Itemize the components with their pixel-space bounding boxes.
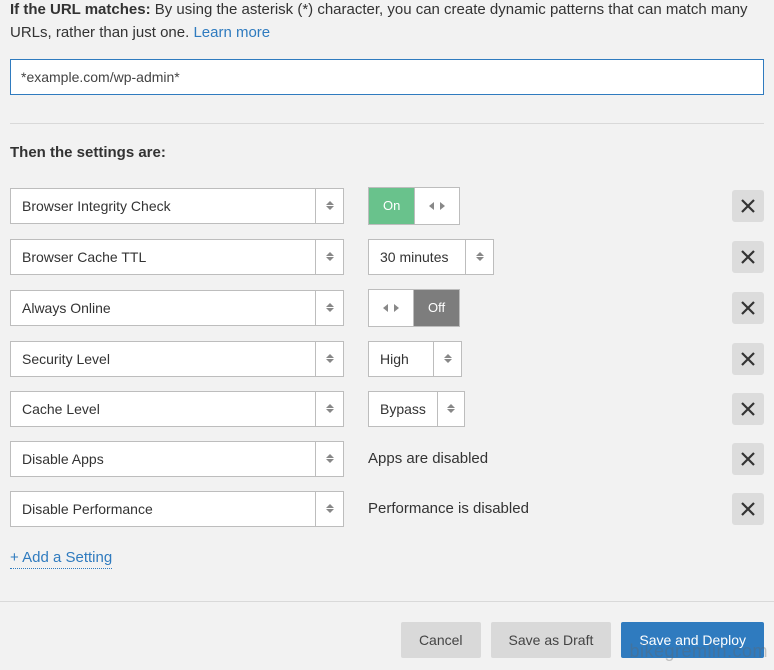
learn-more-link[interactable]: Learn more	[193, 24, 270, 41]
select-handle-icon[interactable]	[315, 291, 343, 325]
url-pattern-input[interactable]	[10, 59, 764, 95]
setting-name-label: Disable Apps	[11, 442, 315, 476]
setting-name-select[interactable]: Cache Level	[10, 391, 344, 427]
close-icon	[741, 502, 755, 516]
select-handle-icon[interactable]	[315, 240, 343, 274]
select-handle-icon[interactable]	[433, 342, 461, 376]
remove-button[interactable]	[732, 443, 764, 475]
setting-name-select[interactable]: Browser Integrity Check	[10, 188, 344, 224]
arrows-icon	[429, 201, 445, 211]
save-draft-button[interactable]: Save as Draft	[491, 622, 612, 658]
setting-value-select[interactable]: High	[368, 341, 462, 377]
section-title: Then the settings are:	[10, 144, 764, 161]
remove-button[interactable]	[732, 393, 764, 425]
close-icon	[741, 250, 755, 264]
remove-button[interactable]	[732, 292, 764, 324]
setting-name-select[interactable]: Disable Apps	[10, 441, 344, 477]
status-text: Performance is disabled	[368, 500, 529, 517]
divider	[10, 123, 764, 124]
setting-value-select[interactable]: Bypass	[368, 391, 465, 427]
toggle-switch-segment[interactable]	[414, 188, 459, 224]
setting-row: Security Level High	[10, 341, 764, 377]
toggle-off[interactable]: Off	[368, 289, 460, 327]
setting-row: Disable Apps Apps are disabled	[10, 441, 764, 477]
footer-bar: Cancel Save as Draft Save and Deploy	[0, 601, 774, 658]
select-handle-icon[interactable]	[315, 189, 343, 223]
status-text: Apps are disabled	[368, 450, 488, 467]
remove-button[interactable]	[732, 190, 764, 222]
setting-row: Cache Level Bypass	[10, 391, 764, 427]
select-handle-icon[interactable]	[315, 392, 343, 426]
select-handle-icon[interactable]	[437, 392, 464, 426]
setting-row: Browser Cache TTL 30 minutes	[10, 239, 764, 275]
setting-row: Disable Performance Performance is disab…	[10, 491, 764, 527]
setting-name-label: Cache Level	[11, 392, 315, 426]
setting-row: Browser Integrity Check On	[10, 187, 764, 225]
setting-value-label: 30 minutes	[369, 240, 465, 274]
intro-text: If the URL matches: By using the asteris…	[10, 0, 764, 59]
close-icon	[741, 301, 755, 315]
setting-value-select[interactable]: 30 minutes	[368, 239, 494, 275]
select-handle-icon[interactable]	[315, 342, 343, 376]
add-setting-link[interactable]: + Add a Setting	[10, 549, 112, 569]
setting-name-select[interactable]: Always Online	[10, 290, 344, 326]
setting-name-label: Disable Performance	[11, 492, 315, 526]
intro-label: If the URL matches:	[10, 1, 151, 18]
select-handle-icon[interactable]	[465, 240, 493, 274]
setting-name-label: Always Online	[11, 291, 315, 325]
setting-name-select[interactable]: Security Level	[10, 341, 344, 377]
remove-button[interactable]	[732, 241, 764, 273]
toggle-on[interactable]: On	[368, 187, 460, 225]
close-icon	[741, 402, 755, 416]
remove-button[interactable]	[732, 343, 764, 375]
setting-row: Always Online Off	[10, 289, 764, 327]
toggle-switch-segment[interactable]	[369, 290, 413, 326]
setting-name-label: Security Level	[11, 342, 315, 376]
cancel-button[interactable]: Cancel	[401, 622, 481, 658]
toggle-off-segment[interactable]: Off	[413, 290, 459, 326]
select-handle-icon[interactable]	[315, 492, 343, 526]
toggle-on-segment[interactable]: On	[369, 188, 414, 224]
close-icon	[741, 199, 755, 213]
setting-name-label: Browser Cache TTL	[11, 240, 315, 274]
close-icon	[741, 452, 755, 466]
setting-name-select[interactable]: Browser Cache TTL	[10, 239, 344, 275]
close-icon	[741, 352, 755, 366]
select-handle-icon[interactable]	[315, 442, 343, 476]
save-deploy-button[interactable]: Save and Deploy	[621, 622, 764, 658]
setting-name-select[interactable]: Disable Performance	[10, 491, 344, 527]
arrows-icon	[383, 303, 399, 313]
setting-value-label: High	[369, 342, 433, 376]
remove-button[interactable]	[732, 493, 764, 525]
setting-name-label: Browser Integrity Check	[11, 189, 315, 223]
setting-value-label: Bypass	[369, 392, 437, 426]
